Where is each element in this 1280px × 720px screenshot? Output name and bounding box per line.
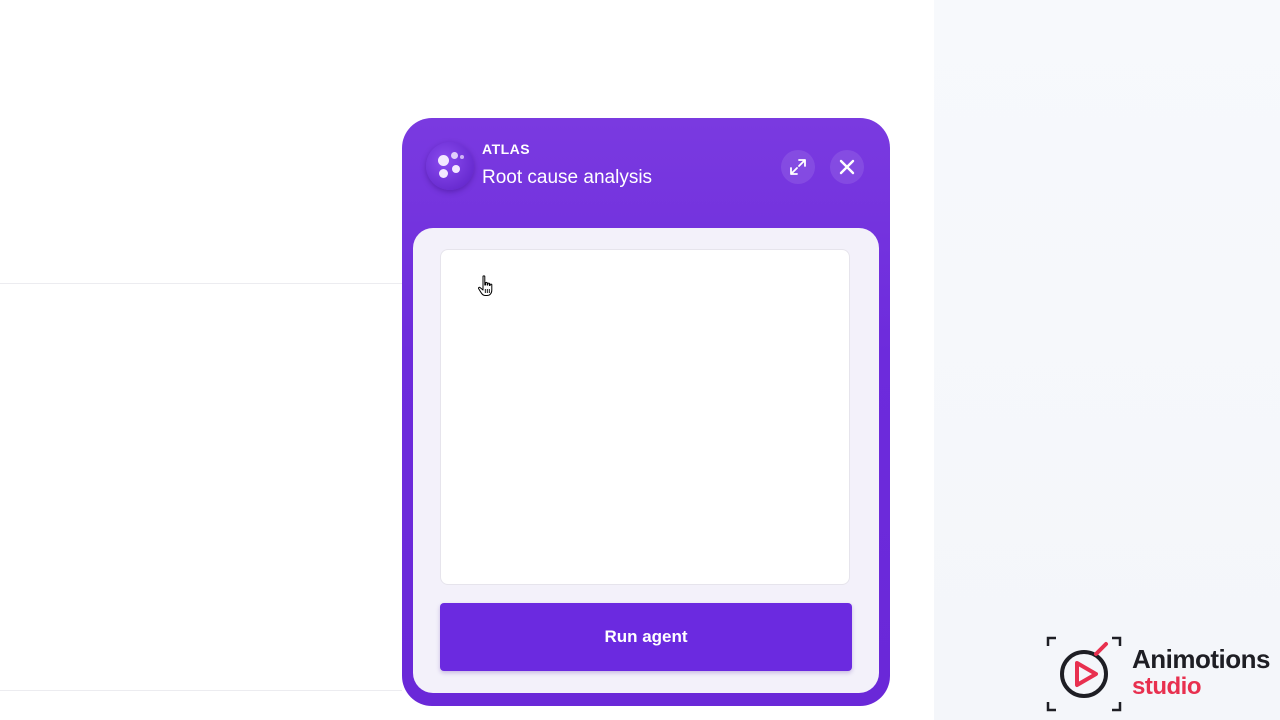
prompt-textarea[interactable] [440,249,850,585]
expand-button[interactable] [781,150,815,184]
play-logo-icon [1046,636,1122,712]
panel-title: Root cause analysis [482,167,653,188]
background-divider [0,283,402,284]
close-icon [839,159,855,175]
close-button[interactable] [830,150,864,184]
hand-pointer-cursor-icon [477,275,493,296]
studio-watermark: Animotions studio [1046,636,1278,714]
expand-icon [790,159,806,175]
atlas-agent-panel: ATLAS Root cause analysis Run agent [402,118,890,706]
background-side-pane [934,0,1280,720]
watermark-line1: Animotions [1132,644,1271,674]
app-name: ATLAS [482,141,531,157]
watermark-line2: studio [1132,673,1202,700]
background-divider [0,690,402,691]
run-agent-button[interactable]: Run agent [440,603,852,671]
panel-header: ATLAS Root cause analysis [402,118,890,218]
screen: ATLAS Root cause analysis Run agent Anim… [0,0,1280,720]
atlas-logo-icon [426,142,474,190]
